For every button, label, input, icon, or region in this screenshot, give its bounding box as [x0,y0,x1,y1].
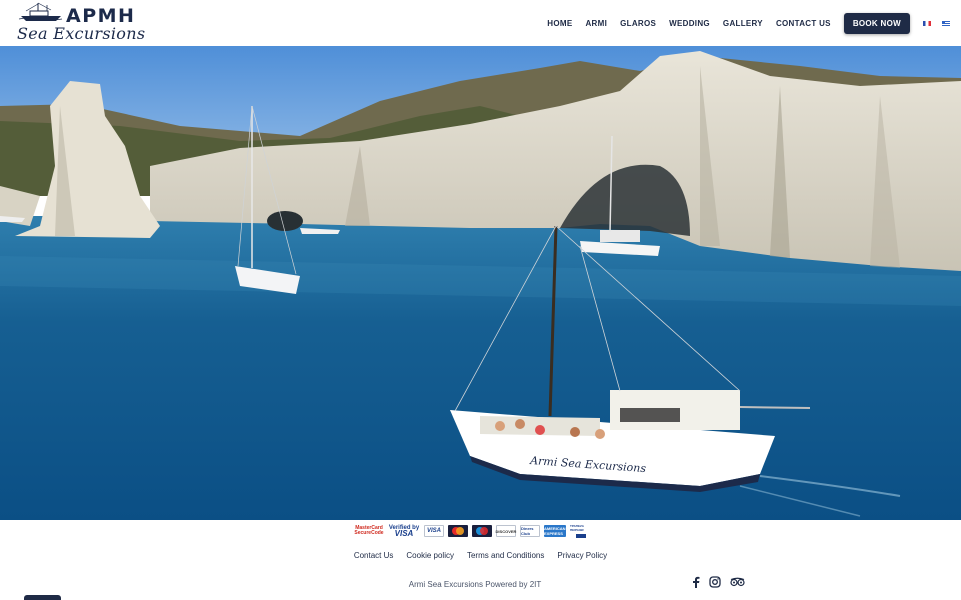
nav-wedding[interactable]: WEDDING [669,19,710,28]
powered-by-text: Armi Sea Excursions Powered by 2IT [408,580,542,589]
bank-label: ΤΡΑΠΕΖΑ ΠΕΙΡΑΙΩΣ [570,524,584,532]
instagram-icon[interactable] [709,576,721,588]
bank-logo: ΤΡΑΠΕΖΑ ΠΕΙΡΑΙΩΣ [570,524,592,538]
main-nav: HOME ARMI GLAROS WEDDING GALLERY CONTACT… [547,0,961,46]
brand-logo[interactable]: APMH Sea Excursions [16,2,148,44]
mastercard-logo [448,525,468,537]
visa-logo: VISA [424,525,444,537]
fr-flag-icon[interactable] [923,20,931,26]
amex-logo: AMERICAN EXPRESS [544,525,566,537]
discover-logo: DISCOVER [496,525,516,537]
footer-link-cookie-policy[interactable]: Cookie policy [406,551,454,560]
verified-visa-label: VISA [394,529,414,538]
nav-home[interactable]: HOME [547,19,572,28]
hero-scene: Armi Sea Excursions [0,46,961,520]
bank-icon [576,534,586,538]
footer-link-privacy-policy[interactable]: Privacy Policy [557,551,607,560]
tripadvisor-icon[interactable] [730,577,745,587]
book-now-button[interactable]: BOOK NOW [843,12,910,34]
social-links [692,576,754,588]
site-header: APMH Sea Excursions HOME ARMI GLAROS WED… [0,0,961,46]
floating-widget-tab[interactable] [24,595,61,600]
footer-link-terms[interactable]: Terms and Conditions [467,551,544,560]
verified-by-visa-logo: Verified by VISA [388,525,420,538]
mastercard-securecode-logo: MasterCard SecureCode [354,525,384,536]
boat-logo-icon [18,2,63,21]
diners-club-logo: Diners Club [520,525,540,537]
hero-image: Armi Sea Excursions [0,46,961,520]
footer-links: Contact Us Cookie policy Terms and Condi… [0,551,961,560]
maestro-logo [472,525,492,537]
nav-armi[interactable]: ARMI [585,19,607,28]
footer-link-contact-us[interactable]: Contact Us [354,551,394,560]
nav-gallery[interactable]: GALLERY [723,19,763,28]
gr-flag-icon[interactable] [942,20,950,26]
nav-glaros[interactable]: GLAROS [620,19,656,28]
payment-methods: MasterCard SecureCode Verified by VISA V… [354,522,596,540]
facebook-icon[interactable] [692,576,700,588]
nav-contact-us[interactable]: CONTACT US [776,19,831,28]
brand-subtitle: Sea Excursions [17,24,146,43]
